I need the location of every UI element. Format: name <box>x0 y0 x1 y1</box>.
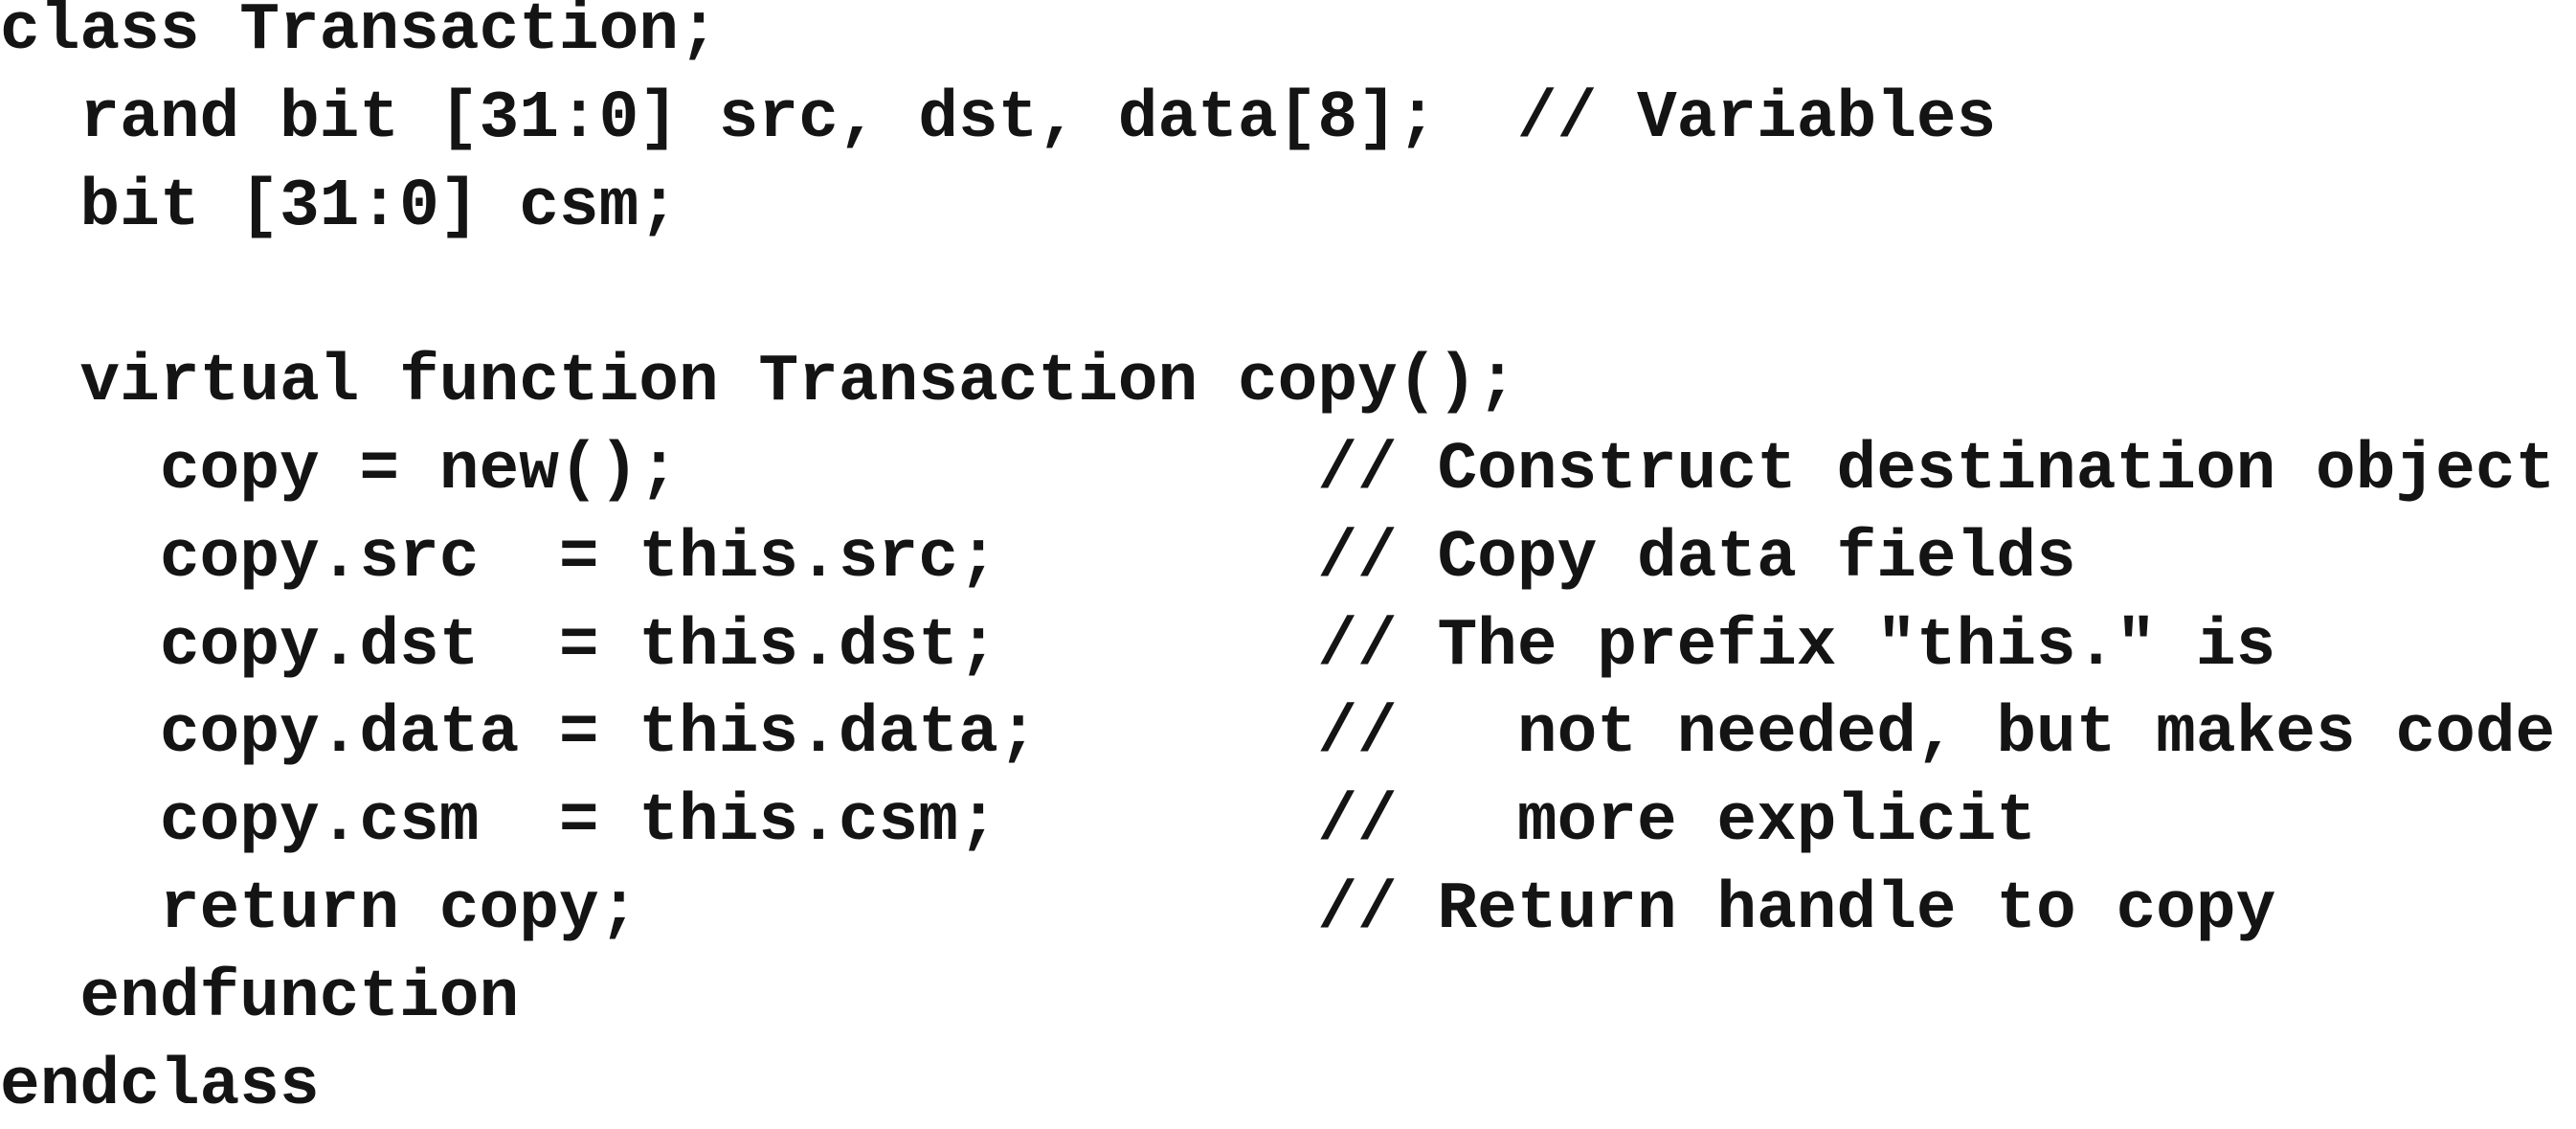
code-line: copy.data = this.data; // not needed, bu… <box>0 695 2556 772</box>
code-line: class Transaction; <box>0 0 719 68</box>
code-line: copy = new(); // Construct destination o… <box>0 431 2556 508</box>
code-line: endfunction <box>0 959 520 1035</box>
code-listing: class Transaction; rand bit [31:0] src, … <box>0 0 2555 1129</box>
code-line: copy.dst = this.dst; // The prefix "this… <box>0 607 2276 684</box>
code-line: virtual function Transaction copy(); <box>0 344 1517 420</box>
code-line: endclass <box>0 1047 320 1123</box>
code-line: rand bit [31:0] src, dst, data[8]; // Va… <box>0 79 1997 156</box>
code-line: copy.csm = this.csm; // more explicit <box>0 783 2037 860</box>
code-line: return copy; // Return handle to copy <box>0 870 2276 947</box>
code-line: bit [31:0] csm; <box>0 168 680 244</box>
code-line: copy.src = this.src; // Copy data fields <box>0 519 2076 596</box>
